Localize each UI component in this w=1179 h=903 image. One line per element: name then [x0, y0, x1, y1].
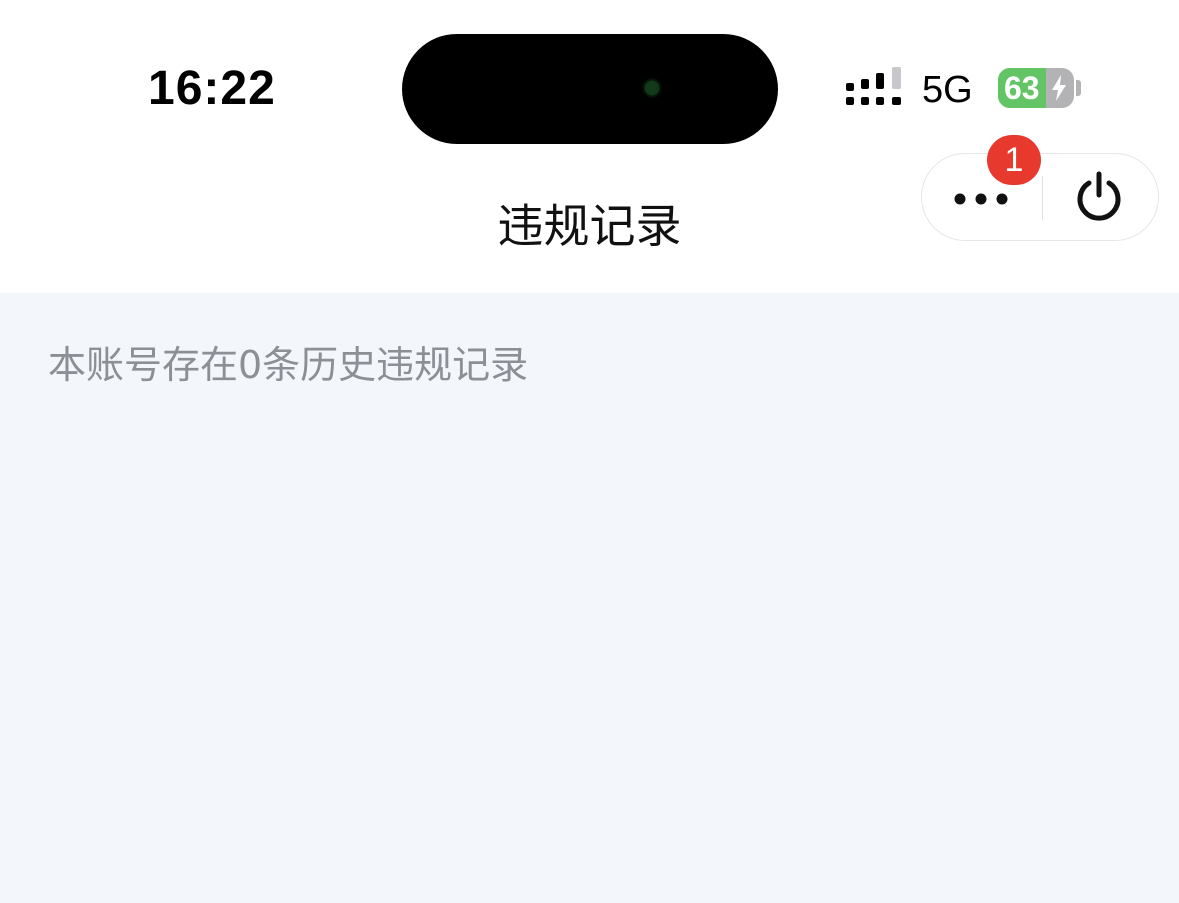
notification-badge: 1: [987, 135, 1041, 185]
close-button[interactable]: [1043, 154, 1158, 239]
battery-percent: 63: [1004, 70, 1040, 106]
battery-cap: [1076, 80, 1081, 96]
battery-indicator: 63: [998, 68, 1084, 110]
signal-bars-icon: [846, 67, 901, 105]
dynamic-island: [402, 34, 778, 144]
power-icon: [1077, 171, 1121, 221]
status-time: 16:22: [148, 62, 276, 115]
battery-charging-icon: [1052, 75, 1066, 101]
more-dots-icon: [954, 193, 1008, 205]
status-bar: 16:22 5G 63: [0, 0, 1179, 150]
network-type: 5G: [922, 69, 973, 111]
violation-notice: 本账号存在0条历史违规记录: [48, 343, 529, 387]
camera-indicator-icon: [645, 81, 659, 95]
battery-body: 63: [998, 68, 1074, 108]
content-area: 本账号存在0条历史违规记录: [0, 293, 1179, 903]
